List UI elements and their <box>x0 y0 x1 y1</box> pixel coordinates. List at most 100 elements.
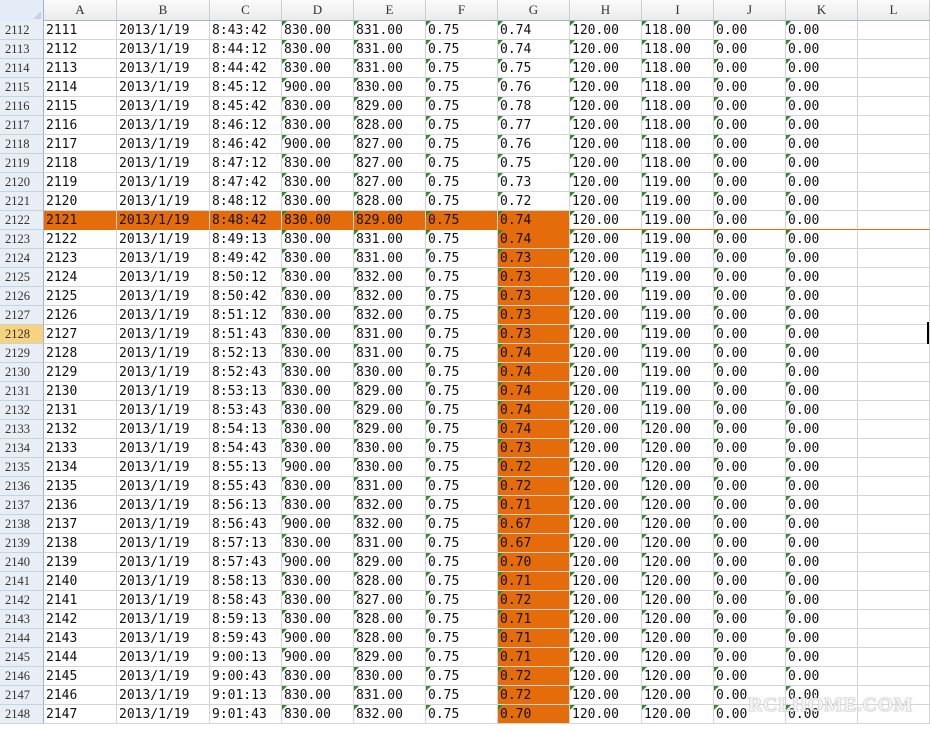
cell-b[interactable]: 2013/1/19 <box>117 439 210 458</box>
cell-c[interactable]: 8:47:42 <box>210 173 282 192</box>
cell-a[interactable]: 2115 <box>44 97 117 116</box>
cell-j[interactable]: 0.00 <box>714 78 786 97</box>
cell-d[interactable]: 830.00 <box>282 477 354 496</box>
row-header[interactable]: 2122 <box>0 211 44 230</box>
cell-k[interactable]: 0.00 <box>786 116 858 135</box>
cell-i[interactable]: 119.00 <box>642 249 714 268</box>
cell-i[interactable]: 119.00 <box>642 287 714 306</box>
row-header[interactable]: 2133 <box>0 420 44 439</box>
column-header-a[interactable]: A <box>44 0 117 20</box>
cell-j[interactable]: 0.00 <box>714 382 786 401</box>
cell-a[interactable]: 2121 <box>44 211 117 230</box>
cell-e[interactable]: 831.00 <box>354 325 426 344</box>
cell-d[interactable]: 830.00 <box>282 667 354 686</box>
cell-d[interactable]: 830.00 <box>282 116 354 135</box>
cell-g[interactable]: 0.73 <box>498 439 570 458</box>
cell-c[interactable]: 8:43:42 <box>210 21 282 40</box>
cell-a[interactable]: 2114 <box>44 78 117 97</box>
cell-d[interactable]: 830.00 <box>282 610 354 629</box>
cell-a[interactable]: 2141 <box>44 591 117 610</box>
cell-e[interactable]: 832.00 <box>354 515 426 534</box>
cell-a[interactable]: 2142 <box>44 610 117 629</box>
cell-g[interactable]: 0.71 <box>498 572 570 591</box>
cell-f[interactable]: 0.75 <box>426 40 498 59</box>
column-header-k[interactable]: K <box>786 0 858 20</box>
cell-a[interactable]: 2137 <box>44 515 117 534</box>
cell-i[interactable]: 119.00 <box>642 382 714 401</box>
cell-c[interactable]: 8:44:12 <box>210 40 282 59</box>
cell-k[interactable]: 0.00 <box>786 192 858 211</box>
cell-g[interactable]: 0.77 <box>498 116 570 135</box>
cell-i[interactable]: 119.00 <box>642 363 714 382</box>
cell-k[interactable]: 0.00 <box>786 325 858 344</box>
cell-i[interactable]: 120.00 <box>642 667 714 686</box>
select-all-corner[interactable] <box>0 0 44 21</box>
cell-e[interactable]: 828.00 <box>354 629 426 648</box>
cell-c[interactable]: 8:45:12 <box>210 78 282 97</box>
cell-i[interactable]: 120.00 <box>642 534 714 553</box>
cell-h[interactable]: 120.00 <box>570 97 642 116</box>
cell-h[interactable]: 120.00 <box>570 306 642 325</box>
cell-i[interactable]: 119.00 <box>642 173 714 192</box>
cell-k[interactable]: 0.00 <box>786 21 858 40</box>
row-header[interactable]: 2143 <box>0 610 44 629</box>
cell-c[interactable]: 8:49:13 <box>210 230 282 249</box>
cell-d[interactable]: 830.00 <box>282 211 354 230</box>
cell-i[interactable]: 120.00 <box>642 705 714 724</box>
cell-i[interactable]: 118.00 <box>642 59 714 78</box>
cell-c[interactable]: 8:52:13 <box>210 344 282 363</box>
cell-g[interactable]: 0.71 <box>498 496 570 515</box>
cell-c[interactable]: 8:50:42 <box>210 287 282 306</box>
cell-a[interactable]: 2116 <box>44 116 117 135</box>
cell-d[interactable]: 830.00 <box>282 230 354 249</box>
cell-j[interactable]: 0.00 <box>714 116 786 135</box>
cell-l[interactable] <box>858 116 930 135</box>
cell-e[interactable]: 830.00 <box>354 439 426 458</box>
cell-d[interactable]: 830.00 <box>282 401 354 420</box>
cell-h[interactable]: 120.00 <box>570 610 642 629</box>
cell-i[interactable]: 118.00 <box>642 97 714 116</box>
cell-f[interactable]: 0.75 <box>426 78 498 97</box>
cell-k[interactable]: 0.00 <box>786 553 858 572</box>
cell-a[interactable]: 2147 <box>44 705 117 724</box>
cell-l[interactable] <box>858 610 930 629</box>
cell-h[interactable]: 120.00 <box>570 192 642 211</box>
cell-h[interactable]: 120.00 <box>570 40 642 59</box>
cell-l[interactable] <box>858 382 930 401</box>
cell-f[interactable]: 0.75 <box>426 496 498 515</box>
cell-k[interactable]: 0.00 <box>786 458 858 477</box>
cell-e[interactable]: 828.00 <box>354 572 426 591</box>
cell-b[interactable]: 2013/1/19 <box>117 363 210 382</box>
cell-e[interactable]: 827.00 <box>354 173 426 192</box>
cell-f[interactable]: 0.75 <box>426 534 498 553</box>
cell-c[interactable]: 8:45:42 <box>210 97 282 116</box>
cell-i[interactable]: 120.00 <box>642 591 714 610</box>
cell-f[interactable]: 0.75 <box>426 420 498 439</box>
row-header[interactable]: 2123 <box>0 230 44 249</box>
cell-f[interactable]: 0.75 <box>426 363 498 382</box>
cell-f[interactable]: 0.75 <box>426 610 498 629</box>
cell-f[interactable]: 0.75 <box>426 344 498 363</box>
cell-k[interactable]: 0.00 <box>786 477 858 496</box>
cell-c[interactable]: 8:51:12 <box>210 306 282 325</box>
cell-b[interactable]: 2013/1/19 <box>117 116 210 135</box>
cell-j[interactable]: 0.00 <box>714 40 786 59</box>
cell-c[interactable]: 8:57:13 <box>210 534 282 553</box>
cell-f[interactable]: 0.75 <box>426 249 498 268</box>
cell-i[interactable]: 120.00 <box>642 686 714 705</box>
cell-k[interactable]: 0.00 <box>786 306 858 325</box>
cell-c[interactable]: 8:55:43 <box>210 477 282 496</box>
cell-g[interactable]: 0.74 <box>498 420 570 439</box>
cell-e[interactable]: 828.00 <box>354 610 426 629</box>
cell-e[interactable]: 829.00 <box>354 401 426 420</box>
cell-d[interactable]: 830.00 <box>282 21 354 40</box>
cell-g[interactable]: 0.74 <box>498 211 570 230</box>
cell-c[interactable]: 8:53:13 <box>210 382 282 401</box>
cell-l[interactable] <box>858 496 930 515</box>
cell-l[interactable] <box>858 268 930 287</box>
cell-e[interactable]: 830.00 <box>354 667 426 686</box>
cell-f[interactable]: 0.75 <box>426 116 498 135</box>
cell-c[interactable]: 8:56:13 <box>210 496 282 515</box>
cell-e[interactable]: 829.00 <box>354 420 426 439</box>
cell-g[interactable]: 0.71 <box>498 629 570 648</box>
